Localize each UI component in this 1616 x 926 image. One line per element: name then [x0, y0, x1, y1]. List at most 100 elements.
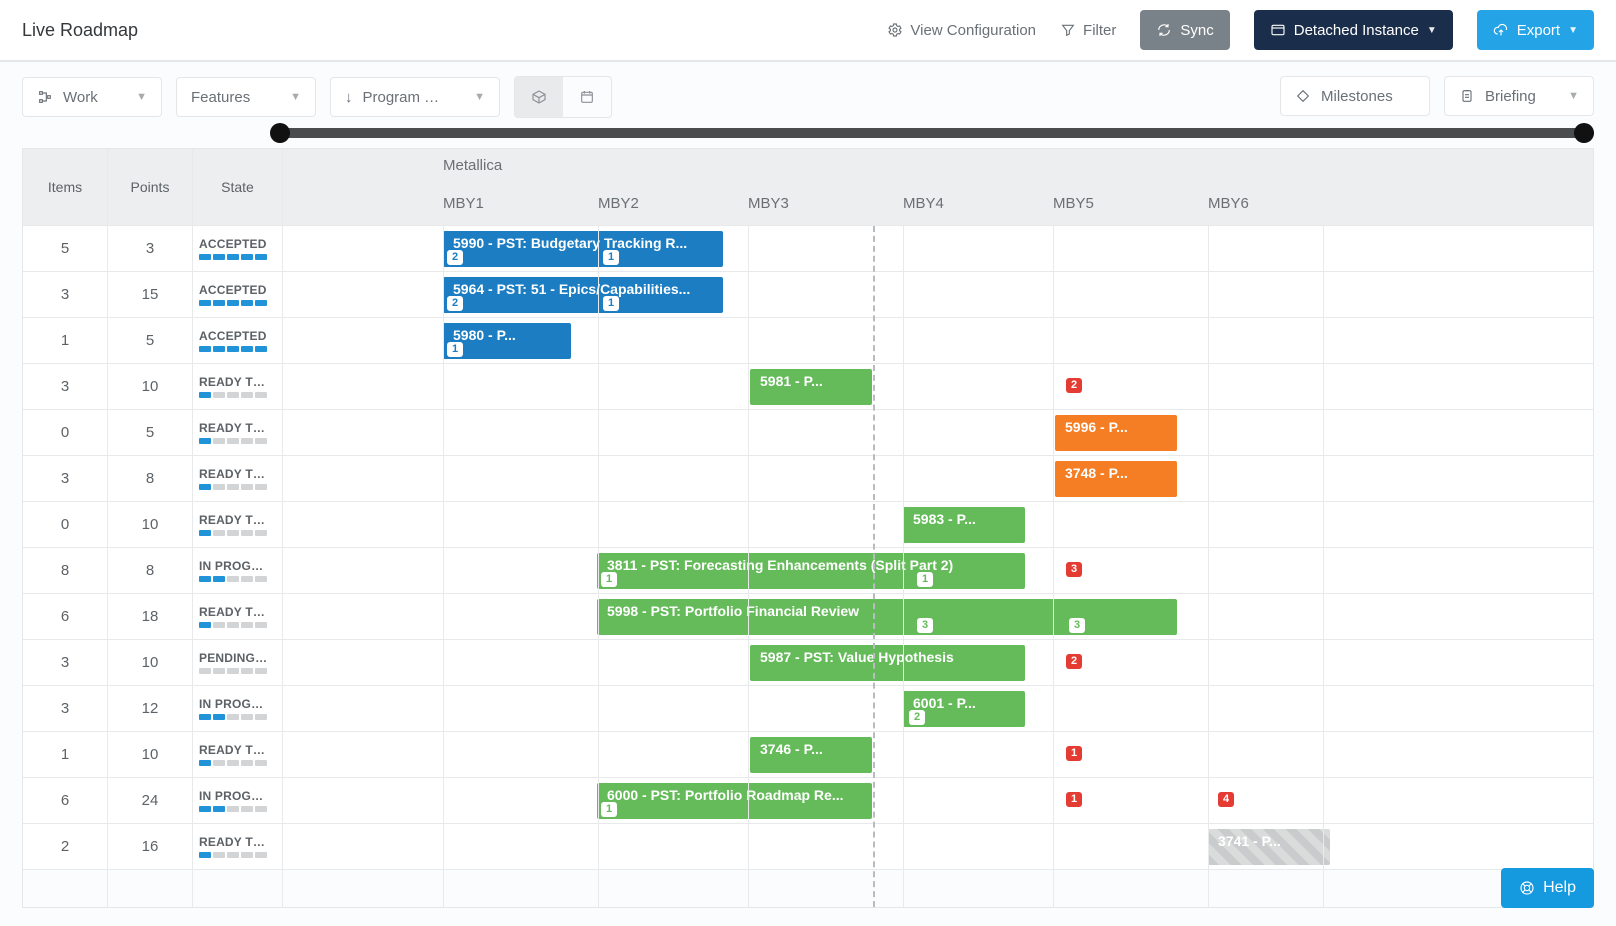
feature-bar-label: 5980 - P...: [453, 327, 561, 343]
feature-bar[interactable]: 3748 - P...: [1055, 461, 1177, 497]
briefing-dropdown[interactable]: Briefing ▼: [1444, 76, 1594, 116]
feature-bar[interactable]: 5983 - P...: [903, 507, 1025, 543]
column-header-items: Items: [23, 149, 107, 226]
state-progress: [199, 392, 267, 398]
dependency-badge[interactable]: 4: [1218, 792, 1234, 807]
dependency-badge[interactable]: 2: [1066, 654, 1082, 669]
chevron-down-icon: ▼: [474, 91, 485, 103]
dependency-badge[interactable]: 1: [1066, 792, 1082, 807]
column-divider: [1208, 226, 1209, 907]
state-progress: [199, 300, 267, 306]
state-label: ACCEPTED: [199, 237, 276, 251]
detached-instance-button[interactable]: Detached Instance ▼: [1254, 10, 1453, 50]
feature-bar[interactable]: 6001 - P...2: [903, 691, 1025, 727]
life-ring-icon: [1519, 880, 1535, 896]
feature-bar[interactable]: 3811 - PST: Forecasting Enhancements (Sp…: [597, 553, 1025, 589]
items-cell: 3: [23, 456, 107, 502]
state-label: READY T…: [199, 743, 276, 757]
view-configuration-link[interactable]: View Configuration: [887, 22, 1036, 39]
column-divider: [903, 226, 904, 907]
features-dropdown[interactable]: Features ▼: [176, 77, 316, 117]
timeline-row: 5964 - PST: 51 - Epics/Capabilities...21: [283, 272, 1593, 318]
work-dropdown[interactable]: Work ▼: [22, 77, 162, 117]
state-cell: ACCEPTED: [193, 226, 282, 272]
feature-bar-label: 5981 - P...: [760, 373, 862, 389]
chevron-down-icon: ▼: [1427, 25, 1437, 36]
state-progress: [199, 806, 267, 812]
briefing-label: Briefing: [1485, 88, 1536, 105]
items-cell: 3: [23, 640, 107, 686]
feature-bar[interactable]: 5981 - P...: [750, 369, 872, 405]
state-progress: [199, 760, 267, 766]
state-progress: [199, 484, 267, 490]
help-button[interactable]: Help: [1501, 868, 1594, 908]
state-label: READY T…: [199, 605, 276, 619]
dependency-badge[interactable]: 2: [1066, 378, 1082, 393]
feature-bar-label: 5983 - P...: [913, 511, 1015, 527]
feature-bar-label: 3746 - P...: [760, 741, 862, 757]
timeline-row: 5996 - P...: [283, 410, 1593, 456]
calendar-view-button[interactable]: [563, 77, 611, 117]
box-view-button[interactable]: [515, 77, 563, 117]
sync-icon: [1156, 22, 1172, 38]
items-cell: 2: [23, 824, 107, 870]
feature-bar[interactable]: 3746 - P...: [750, 737, 872, 773]
sync-button[interactable]: Sync: [1140, 10, 1229, 50]
points-cell: 12: [108, 686, 192, 732]
timeline-row: 5983 - P...: [283, 502, 1593, 548]
milestones-dropdown[interactable]: Milestones: [1280, 76, 1430, 116]
feature-bar[interactable]: 5996 - P...: [1055, 415, 1177, 451]
timeline-row: 6001 - P...2: [283, 686, 1593, 732]
sprint-label: MBY5: [1053, 195, 1094, 212]
dependency-badge[interactable]: 3: [1066, 562, 1082, 577]
timeline-range-slider[interactable]: [22, 122, 1594, 142]
items-cell: 3: [23, 364, 107, 410]
bar-badge: 1: [603, 250, 619, 265]
export-button[interactable]: Export ▼: [1477, 10, 1594, 50]
state-label: READY T…: [199, 513, 276, 527]
items-cell: 0: [23, 502, 107, 548]
items-cell: 8: [23, 548, 107, 594]
state-progress: [199, 438, 267, 444]
feature-bar[interactable]: 5987 - PST: Value Hypothesis: [750, 645, 1025, 681]
diamond-icon: [1295, 88, 1311, 104]
points-cell: 10: [108, 640, 192, 686]
feature-bar-label: 6000 - PST: Portfolio Roadmap Re...: [607, 787, 862, 803]
column-divider: [748, 226, 749, 907]
feature-bar[interactable]: 5990 - PST: Budgetary Tracking R...21: [443, 231, 723, 267]
state-cell: READY T…: [193, 594, 282, 640]
state-progress: [199, 714, 267, 720]
column-divider: [598, 226, 599, 907]
state-progress: [199, 254, 267, 260]
points-cell: 16: [108, 824, 192, 870]
items-cell: 0: [23, 410, 107, 456]
state-label: IN PROG…: [199, 789, 276, 803]
feature-bar[interactable]: 3741 - P...: [1208, 829, 1330, 865]
feature-bar-label: 6001 - P...: [913, 695, 1015, 711]
range-handle-start[interactable]: [270, 123, 290, 143]
bar-badge: 1: [447, 342, 463, 357]
state-cell: IN PROG…: [193, 548, 282, 594]
state-cell: READY T…: [193, 502, 282, 548]
program-dropdown[interactable]: ↓ Program … ▼: [330, 77, 500, 117]
timeline-row: 5987 - PST: Value Hypothesis 2: [283, 640, 1593, 686]
timeline-row: 5998 - PST: Portfolio Financial Review33: [283, 594, 1593, 640]
state-label: IN PROG…: [199, 559, 276, 573]
feature-bar[interactable]: 5980 - P...1: [443, 323, 571, 359]
dependency-badge[interactable]: 1: [1066, 746, 1082, 761]
clipboard-icon: [1459, 88, 1475, 104]
feature-bar-label: 5990 - PST: Budgetary Tracking R...: [453, 235, 713, 251]
chevron-down-icon: ▼: [1568, 90, 1579, 102]
feature-bar[interactable]: 6000 - PST: Portfolio Roadmap Re...1: [597, 783, 872, 819]
feature-bar-label: 5996 - P...: [1065, 419, 1167, 435]
filter-label: Filter: [1083, 22, 1116, 39]
page-title: Live Roadmap: [22, 20, 138, 41]
filter-link[interactable]: Filter: [1060, 22, 1116, 39]
work-label: Work: [63, 89, 98, 106]
state-progress: [199, 530, 267, 536]
state-cell: READY T…: [193, 824, 282, 870]
feature-bar[interactable]: 5998 - PST: Portfolio Financial Review33: [597, 599, 1177, 635]
range-handle-end[interactable]: [1574, 123, 1594, 143]
feature-bar[interactable]: 5964 - PST: 51 - Epics/Capabilities...21: [443, 277, 723, 313]
sprint-label: MBY6: [1208, 195, 1249, 212]
